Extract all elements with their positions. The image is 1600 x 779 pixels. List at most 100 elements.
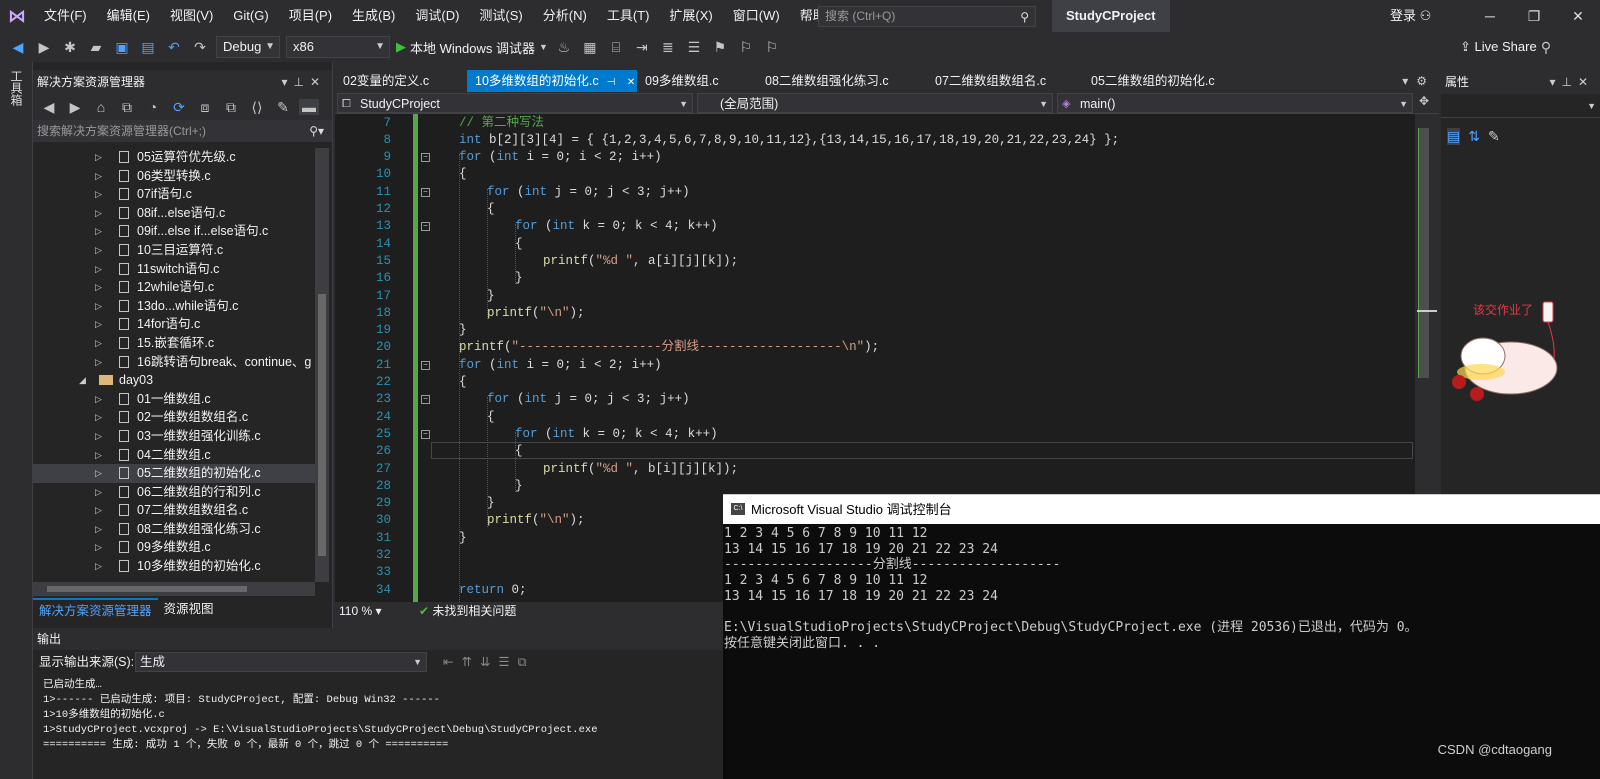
menu-analyze[interactable]: 分析(N) xyxy=(533,0,597,32)
forward-icon[interactable]: ▶ xyxy=(65,99,85,116)
tree-file[interactable]: ▷ 07二维数组数组名.c xyxy=(33,501,315,520)
tree-file[interactable]: ▷ 16跳转语句break、continue、g xyxy=(33,353,315,372)
back-icon[interactable]: ◀ xyxy=(39,99,59,116)
menu-window[interactable]: 窗口(W) xyxy=(723,0,790,32)
collapsed-chevron-icon[interactable]: ▷ xyxy=(95,278,102,297)
nav-scope-select[interactable]: (全局范围) ▼ xyxy=(697,93,1053,113)
restore-icon[interactable]: ❐ xyxy=(1512,0,1556,32)
menu-edit[interactable]: 编辑(E) xyxy=(97,0,160,32)
menu-git[interactable]: Git(G) xyxy=(223,0,278,32)
platform-select[interactable]: x86 ▼ xyxy=(286,36,390,58)
menu-extensions[interactable]: 扩展(X) xyxy=(659,0,722,32)
issues-indicator[interactable]: ✔ 未找到相关问题 xyxy=(419,602,516,620)
menu-test[interactable]: 测试(S) xyxy=(469,0,532,32)
tree-file[interactable]: ▷ 07if语句.c xyxy=(33,185,315,204)
doc-tab[interactable]: 02变量的定义.c xyxy=(335,70,467,92)
pending-changes-icon[interactable]: ◔ xyxy=(143,99,163,115)
fold-toggle-icon[interactable]: − xyxy=(421,360,430,370)
code-view-icon[interactable]: ⟨⟩ xyxy=(247,99,267,116)
tree-file[interactable]: ▷ 05运算符优先级.c xyxy=(33,148,315,167)
start-debugging-button[interactable]: ▶ 本地 Windows 调试器 ▼ xyxy=(396,38,548,57)
fold-toggle-icon[interactable]: − xyxy=(421,429,430,439)
bookmark-icon[interactable]: ⚑ xyxy=(710,39,730,56)
tab-solution-explorer[interactable]: 解决方案资源管理器 xyxy=(33,598,158,622)
camera-icon[interactable]: ⌸ xyxy=(606,39,626,56)
global-search-input[interactable]: 搜索 (Ctrl+Q) ⚲ xyxy=(818,6,1036,27)
tree-file[interactable]: ▷ 08二维数组强化练习.c xyxy=(33,520,315,539)
tree-file[interactable]: ▷ 06类型转换.c xyxy=(33,167,315,186)
collapsed-chevron-icon[interactable]: ▷ xyxy=(95,353,102,372)
fold-toggle-icon[interactable]: − xyxy=(421,395,430,405)
panel-pin-close-icon[interactable]: ▾⊥✕ xyxy=(281,70,326,94)
comment-icon[interactable]: ☰ xyxy=(684,39,704,56)
fold-toggle-icon[interactable]: − xyxy=(421,187,430,197)
menu-build[interactable]: 生成(B) xyxy=(342,0,405,32)
doc-tab-active[interactable]: 10多维数组的初始化.c ⊣ ✕ xyxy=(467,70,637,92)
live-share-button[interactable]: ⇪ Live Share xyxy=(1460,32,1537,62)
collapsed-chevron-icon[interactable]: ▷ xyxy=(95,464,102,483)
scroll-thumb[interactable] xyxy=(1419,128,1429,378)
expanded-chevron-icon[interactable]: ◢ xyxy=(79,371,86,390)
bookmark-prev-icon[interactable]: ⚐ xyxy=(736,39,756,56)
output-toolbar-icons[interactable]: ⇤⇈⇊☰⧉ xyxy=(443,650,535,674)
nav-project-select[interactable]: ⧠ StudyCProject ▼ xyxy=(337,93,693,113)
tree-file[interactable]: ▷ 05二维数组的初始化.c xyxy=(33,464,315,483)
indent-icon[interactable]: ≣ xyxy=(658,39,678,56)
tree-file[interactable]: ▷ 10三目运算符.c xyxy=(33,241,315,260)
feedback-icon[interactable]: ⚲ xyxy=(1536,39,1556,56)
bookmark-next-icon[interactable]: ⚐ xyxy=(762,39,782,56)
tree-file[interactable]: ▷ 09if...else if...else语句.c xyxy=(33,222,315,241)
redo-icon[interactable]: ↷ xyxy=(190,39,210,56)
properties-wrench-icon[interactable]: ✎ xyxy=(273,99,293,116)
tree-file[interactable]: ▷ 14for语句.c xyxy=(33,315,315,334)
tree-file[interactable]: ▷ 03一维数组强化训练.c xyxy=(33,427,315,446)
categorized-icon[interactable]: ▤ xyxy=(1447,127,1461,145)
collapsed-chevron-icon[interactable]: ▷ xyxy=(95,185,102,204)
properties-object-select[interactable]: ▼ xyxy=(1441,94,1600,118)
scroll-thumb[interactable] xyxy=(318,294,326,556)
menu-tools[interactable]: 工具(T) xyxy=(597,0,660,32)
solution-tree-hscrollbar[interactable] xyxy=(33,582,315,596)
tree-file[interactable]: ▷ 08if...else语句.c xyxy=(33,204,315,223)
scroll-thumb[interactable] xyxy=(47,586,247,592)
step-icon[interactable]: ⇥ xyxy=(632,39,652,56)
tree-file[interactable]: ▷ 10多维数组的初始化.c xyxy=(33,557,315,576)
collapsed-chevron-icon[interactable]: ▷ xyxy=(95,260,102,279)
toolbox-tab[interactable]: 工具箱 xyxy=(8,70,25,106)
panel-pin-close-icon[interactable]: ▾⊥✕ xyxy=(1549,70,1594,94)
sync-icon[interactable]: ⟳ xyxy=(169,99,189,116)
collapsed-chevron-icon[interactable]: ▷ xyxy=(95,538,102,557)
doc-tab[interactable]: 05二维数组的初始化.c xyxy=(1083,70,1253,92)
tab-overflow-settings-icon[interactable]: ▾⚙ xyxy=(1402,70,1435,92)
property-pages-icon[interactable]: ✎ xyxy=(1488,128,1500,145)
solution-tree-vscrollbar[interactable] xyxy=(315,148,329,582)
collapsed-chevron-icon[interactable]: ▷ xyxy=(95,408,102,427)
minimize-icon[interactable]: ─ xyxy=(1468,0,1512,32)
tree-file[interactable]: ▷ 02一维数组数组名.c xyxy=(33,408,315,427)
collapse-all-icon[interactable]: ⧈ xyxy=(195,99,215,116)
switch-view-icon[interactable]: ⧉ xyxy=(117,99,137,116)
tree-file[interactable]: ▷ 06二维数组的行和列.c xyxy=(33,483,315,502)
collapsed-chevron-icon[interactable]: ▷ xyxy=(95,222,102,241)
solution-search-input[interactable]: 搜索解决方案资源管理器(Ctrl+;) ⚲▾ xyxy=(33,120,332,142)
doc-tab[interactable]: 09多维数组.c xyxy=(637,70,757,92)
tree-file[interactable]: ▷ 09多维数组.c xyxy=(33,538,315,557)
alphabetical-icon[interactable]: ⇅ xyxy=(1468,128,1480,145)
close-icon[interactable]: ✕ xyxy=(1556,0,1600,32)
collapsed-chevron-icon[interactable]: ▷ xyxy=(95,427,102,446)
fold-toggle-icon[interactable]: − xyxy=(421,222,430,232)
tree-file[interactable]: ▷ 01一维数组.c xyxy=(33,390,315,409)
tree-file[interactable]: ▷ 04二维数组.c xyxy=(33,446,315,465)
collapsed-chevron-icon[interactable]: ▷ xyxy=(95,446,102,465)
collapsed-chevron-icon[interactable]: ▷ xyxy=(95,167,102,186)
tree-file[interactable]: ▷ 13do...while语句.c xyxy=(33,297,315,316)
preview-icon[interactable]: ▬ xyxy=(299,99,319,115)
hot-reload-icon[interactable]: ♨ xyxy=(554,39,574,56)
collapsed-chevron-icon[interactable]: ▷ xyxy=(95,204,102,223)
menu-file[interactable]: 文件(F) xyxy=(34,0,97,32)
save-icon[interactable]: ▣ xyxy=(112,39,132,56)
zoom-level[interactable]: 110 % ▾ xyxy=(339,602,382,620)
doc-tab[interactable]: 08二维数组强化练习.c xyxy=(757,70,927,92)
console-title-bar[interactable]: C:\ Microsoft Visual Studio 调试控制台 xyxy=(723,495,1600,524)
collapsed-chevron-icon[interactable]: ▷ xyxy=(95,241,102,260)
